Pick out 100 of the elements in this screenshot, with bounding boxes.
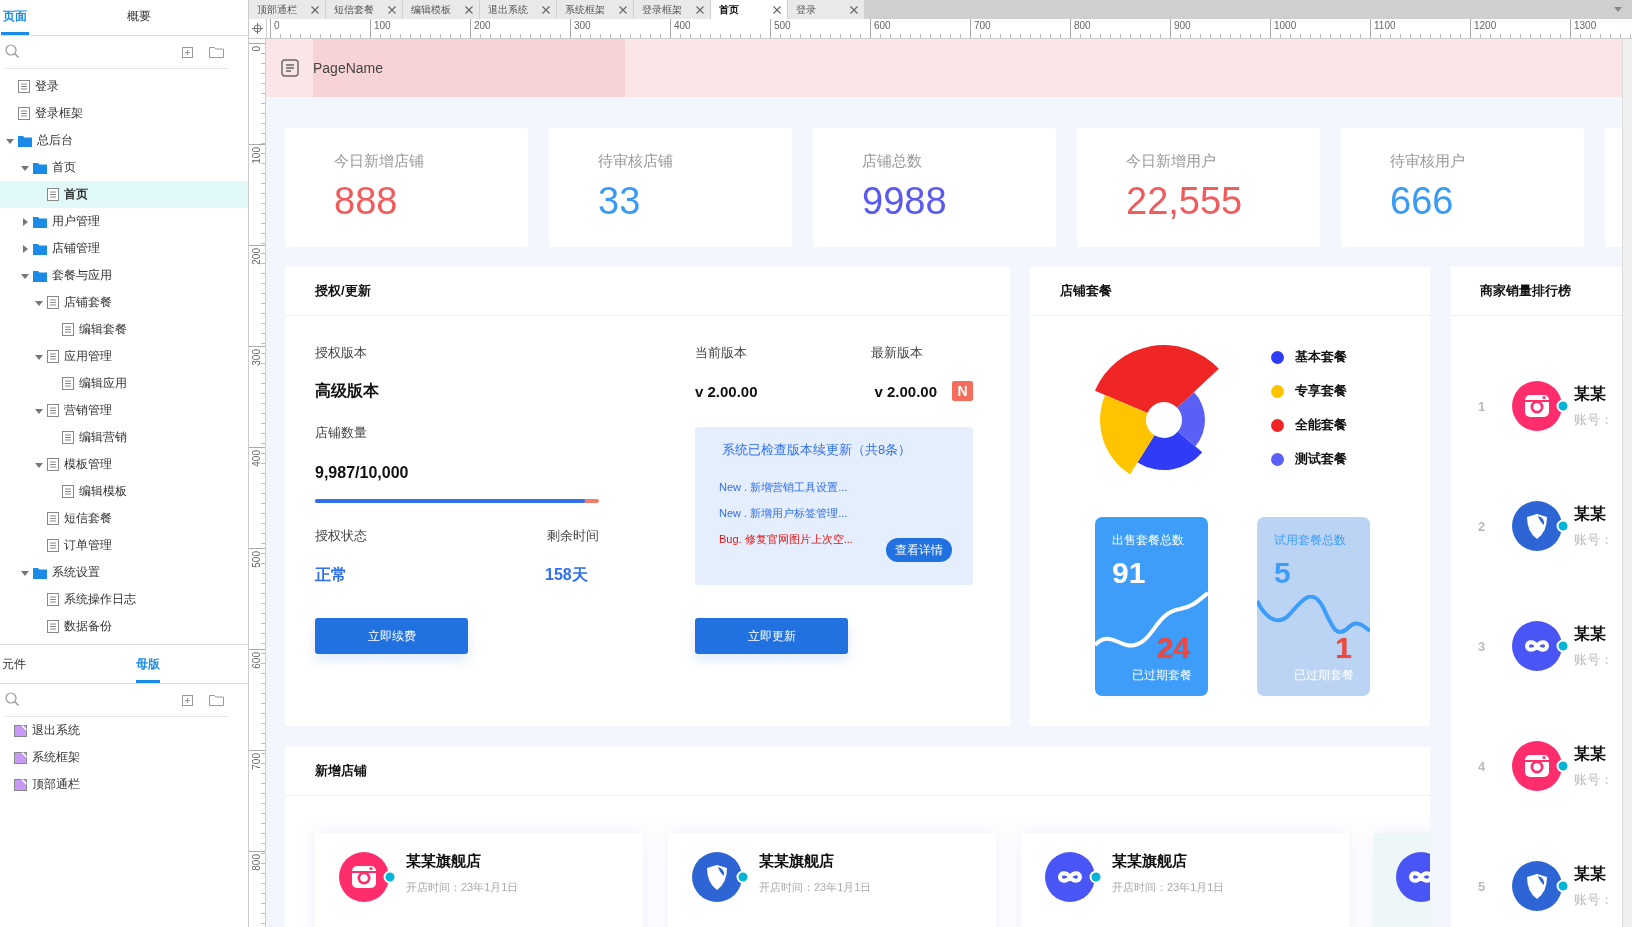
document-tab[interactable]: 编辑模板 [403,0,480,19]
document-tab[interactable]: 登录 [788,0,865,19]
caret-icon[interactable] [35,406,43,415]
stat-value: 888 [334,179,399,223]
caret-icon[interactable] [6,136,14,145]
master-item[interactable]: 退出系统 [0,717,248,744]
caret-icon[interactable] [20,244,29,253]
page-icon [18,107,30,120]
tree-item[interactable]: 店铺管理 [0,235,248,262]
tab-label[interactable]: 系统框架 [565,2,605,17]
search-icon[interactable] [5,692,19,706]
document-tab[interactable]: 退出系统 [480,0,557,19]
document-tab[interactable]: 系统框架 [557,0,634,19]
caret-icon[interactable] [35,460,43,469]
panel-tab[interactable]: 母版 [136,649,160,683]
page-icon [47,404,59,417]
master-item[interactable]: 系统框架 [0,744,248,771]
panel-tab[interactable]: 概要 [29,0,248,35]
tile-total: 91 [1112,555,1147,591]
close-icon[interactable] [619,5,627,14]
expired-label: 已过期套餐 [1132,667,1192,684]
tree-item[interactable]: 编辑套餐 [0,316,248,343]
tab-label[interactable]: 首页 [719,2,739,17]
expired-count: 1 [1335,631,1352,665]
page-icon [47,620,59,633]
close-icon[interactable] [388,5,396,14]
search-icon[interactable] [5,44,19,58]
renew-button[interactable]: 立即续费 [315,618,468,654]
close-icon[interactable] [465,5,473,14]
tree-item[interactable]: 总后台 [0,127,248,154]
store-card[interactable]: 某某旗舰店 开店时间：23年1月1日 [315,833,643,927]
tree-item[interactable]: 编辑模板 [0,478,248,505]
tab-label[interactable]: 登录框架 [642,2,682,17]
tree-item[interactable]: 应用管理 [0,343,248,370]
tree-item[interactable]: 数据备份 [0,613,248,640]
panel-tab[interactable]: 元件 [0,649,28,683]
master-item[interactable]: 顶部通栏 [0,771,248,798]
stat-value: 666 [1390,179,1455,223]
add-folder-icon[interactable] [209,46,224,58]
store-date: 开店时间：23年1月1日 [1112,880,1225,895]
ruler-label: 400 [251,450,263,467]
ruler-label: 1100 [1374,20,1396,31]
expired-count: 24 [1156,631,1190,665]
tree-item[interactable]: 用户管理 [0,208,248,235]
tree-item[interactable]: 首页 [0,181,248,208]
caret-icon[interactable] [35,298,43,307]
rank-number: 3 [1478,638,1487,654]
caret-icon[interactable] [35,352,43,361]
tree-item[interactable]: 登录 [0,73,248,100]
folder-icon [32,269,47,282]
tree-item[interactable]: 编辑应用 [0,370,248,397]
panel-tab[interactable]: 页面 [1,0,29,35]
close-icon[interactable] [542,5,550,14]
camera-avatar-icon [1512,741,1570,791]
close-icon[interactable] [850,5,858,14]
tree-item[interactable]: 登录框架 [0,100,248,127]
store-card[interactable]: 某某旗舰店 开店时间：23年1月1日 [1021,833,1349,927]
tab-label[interactable]: 短信套餐 [334,2,374,17]
legend-label: 全能套餐 [1295,416,1347,434]
document-tab[interactable]: 登录框架 [634,0,711,19]
tree-item[interactable]: 编辑营销 [0,424,248,451]
ruler-label: 100 [374,20,391,31]
update-item[interactable]: New . 新增用户标签管理... [719,506,953,520]
tree-item[interactable]: 模板管理 [0,451,248,478]
tree-item[interactable]: 系统操作日志 [0,586,248,613]
tree-item[interactable]: 店铺套餐 [0,289,248,316]
document-tab[interactable]: 短信套餐 [326,0,403,19]
caret-icon[interactable] [20,163,29,172]
update-button[interactable]: 立即更新 [695,618,848,654]
tab-label[interactable]: 编辑模板 [411,2,451,17]
add-folder-icon[interactable] [209,694,224,706]
document-tab[interactable]: 顶部通栏 [249,0,326,19]
add-page-icon[interactable] [182,46,193,58]
tree-item[interactable]: 营销管理 [0,397,248,424]
caret-icon[interactable] [20,217,29,226]
caret-icon[interactable] [20,568,29,577]
scrollbar[interactable] [1622,39,1632,927]
field-label: 剩余时间 [547,527,599,545]
dropdown-caret-icon[interactable] [1614,7,1622,12]
tree-item[interactable]: 订单管理 [0,532,248,559]
tab-label[interactable]: 退出系统 [488,2,528,17]
tree-item[interactable]: 首页 [0,154,248,181]
tree-item[interactable]: 系统设置 [0,559,248,586]
close-icon[interactable] [696,5,704,14]
tree-item[interactable]: 短信套餐 [0,505,248,532]
stat-value: 33 [598,179,642,223]
close-icon[interactable] [311,5,319,14]
tree-item[interactable]: 套餐与应用 [0,262,248,289]
add-master-icon[interactable] [182,694,193,706]
close-icon[interactable] [773,5,781,14]
ruler-label: 1300 [1574,20,1597,31]
details-button[interactable]: 查看详情 [886,538,952,562]
crosshair-icon[interactable] [252,23,263,34]
document-tab[interactable]: 首页 [711,0,788,19]
tile-title: 出售套餐总数 [1112,532,1185,549]
store-card[interactable]: 某某旗舰店 开店时间：23年1月1日 [668,833,996,927]
tab-label[interactable]: 登录 [796,2,816,17]
update-item[interactable]: New . 新增营销工具设置... [719,480,953,494]
tab-label[interactable]: 顶部通栏 [257,2,297,17]
caret-icon[interactable] [20,271,29,280]
